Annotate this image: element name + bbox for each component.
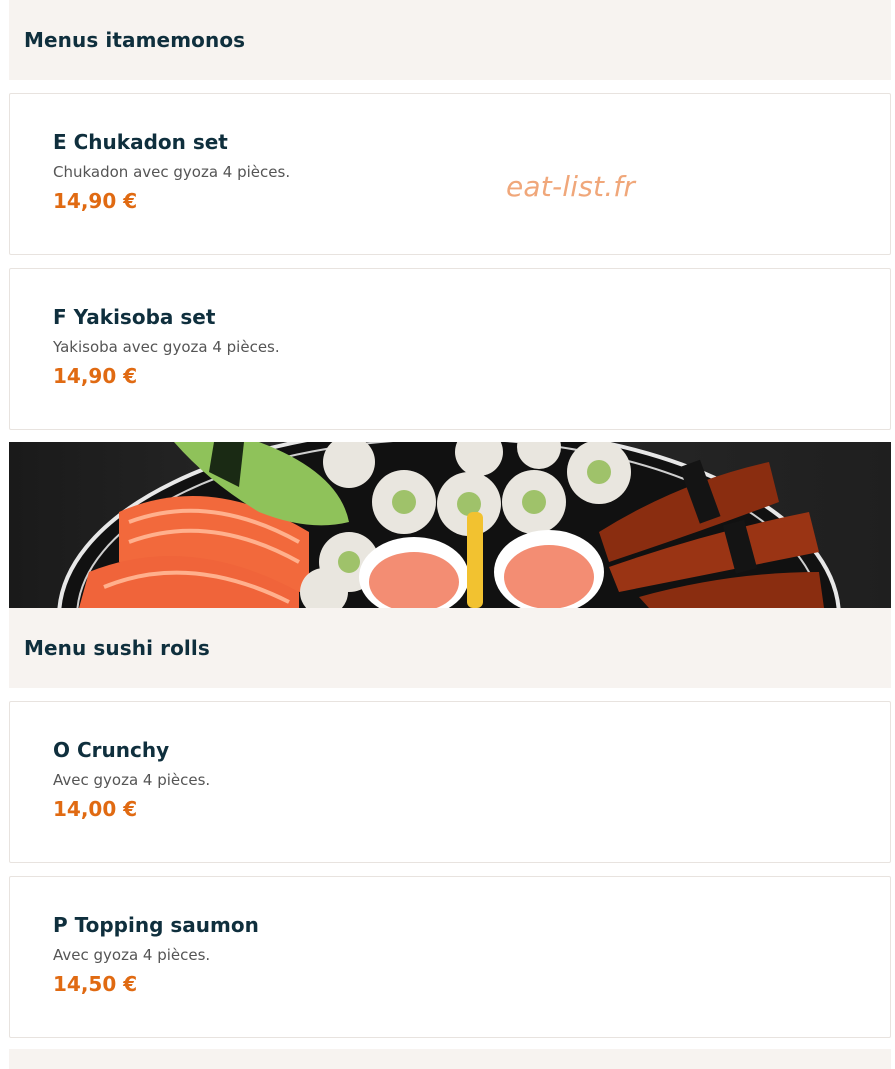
- section-title: Menus itamemonos: [24, 28, 246, 52]
- item-description: Avec gyoza 4 pièces.: [53, 771, 211, 789]
- sushi-banner-image: [9, 442, 891, 608]
- item-name: O Crunchy: [53, 738, 170, 762]
- section-title: Menu sushi rolls: [24, 636, 210, 660]
- item-description: Avec gyoza 4 pièces.: [53, 946, 211, 964]
- item-price: 14,00 €: [53, 797, 138, 821]
- watermark-text: eat-list.fr: [506, 170, 636, 203]
- item-price: 14,50 €: [53, 972, 138, 996]
- section-header-itamemonos: Menus itamemonos: [9, 0, 891, 80]
- item-description: Yakisoba avec gyoza 4 pièces.: [53, 338, 280, 356]
- menu-page: Menus itamemonos E Chukadon set Chukadon…: [9, 0, 891, 1069]
- menu-item-card[interactable]: P Topping saumon Avec gyoza 4 pièces. 14…: [9, 876, 891, 1038]
- item-name: F Yakisoba set: [53, 305, 216, 329]
- sushi-platter-illustration: [57, 442, 841, 608]
- menu-item-card[interactable]: E Chukadon set Chukadon avec gyoza 4 piè…: [9, 93, 891, 255]
- item-price: 14,90 €: [53, 364, 138, 388]
- section-header-sushi-rolls: Menu sushi rolls: [9, 608, 891, 688]
- item-name: P Topping saumon: [53, 913, 259, 937]
- item-price: 14,90 €: [53, 189, 138, 213]
- menu-item-card[interactable]: O Crunchy Avec gyoza 4 pièces. 14,00 €: [9, 701, 891, 863]
- item-name: E Chukadon set: [53, 130, 228, 154]
- item-description: Chukadon avec gyoza 4 pièces.: [53, 163, 291, 181]
- menu-item-card[interactable]: F Yakisoba set Yakisoba avec gyoza 4 piè…: [9, 268, 891, 430]
- next-section-header: [9, 1049, 891, 1069]
